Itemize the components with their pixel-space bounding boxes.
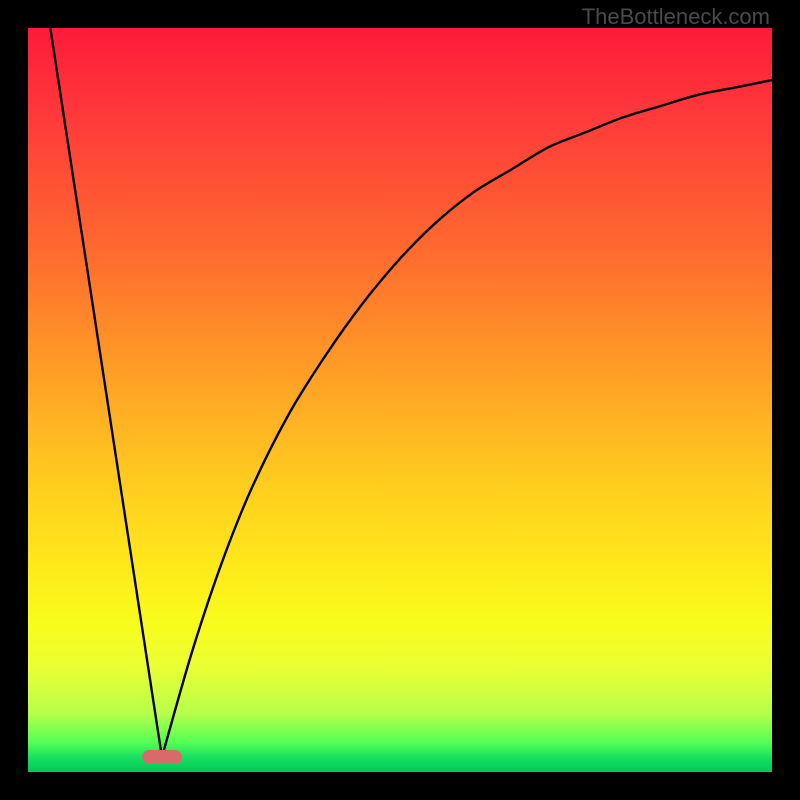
minimum-marker — [142, 750, 182, 764]
right-rise-path — [162, 80, 772, 757]
attribution-label: TheBottleneck.com — [582, 4, 770, 30]
chart-frame: TheBottleneck.com — [0, 0, 800, 800]
plot-area — [28, 28, 772, 772]
curve-svg — [28, 28, 772, 772]
left-descent-path — [50, 28, 162, 757]
